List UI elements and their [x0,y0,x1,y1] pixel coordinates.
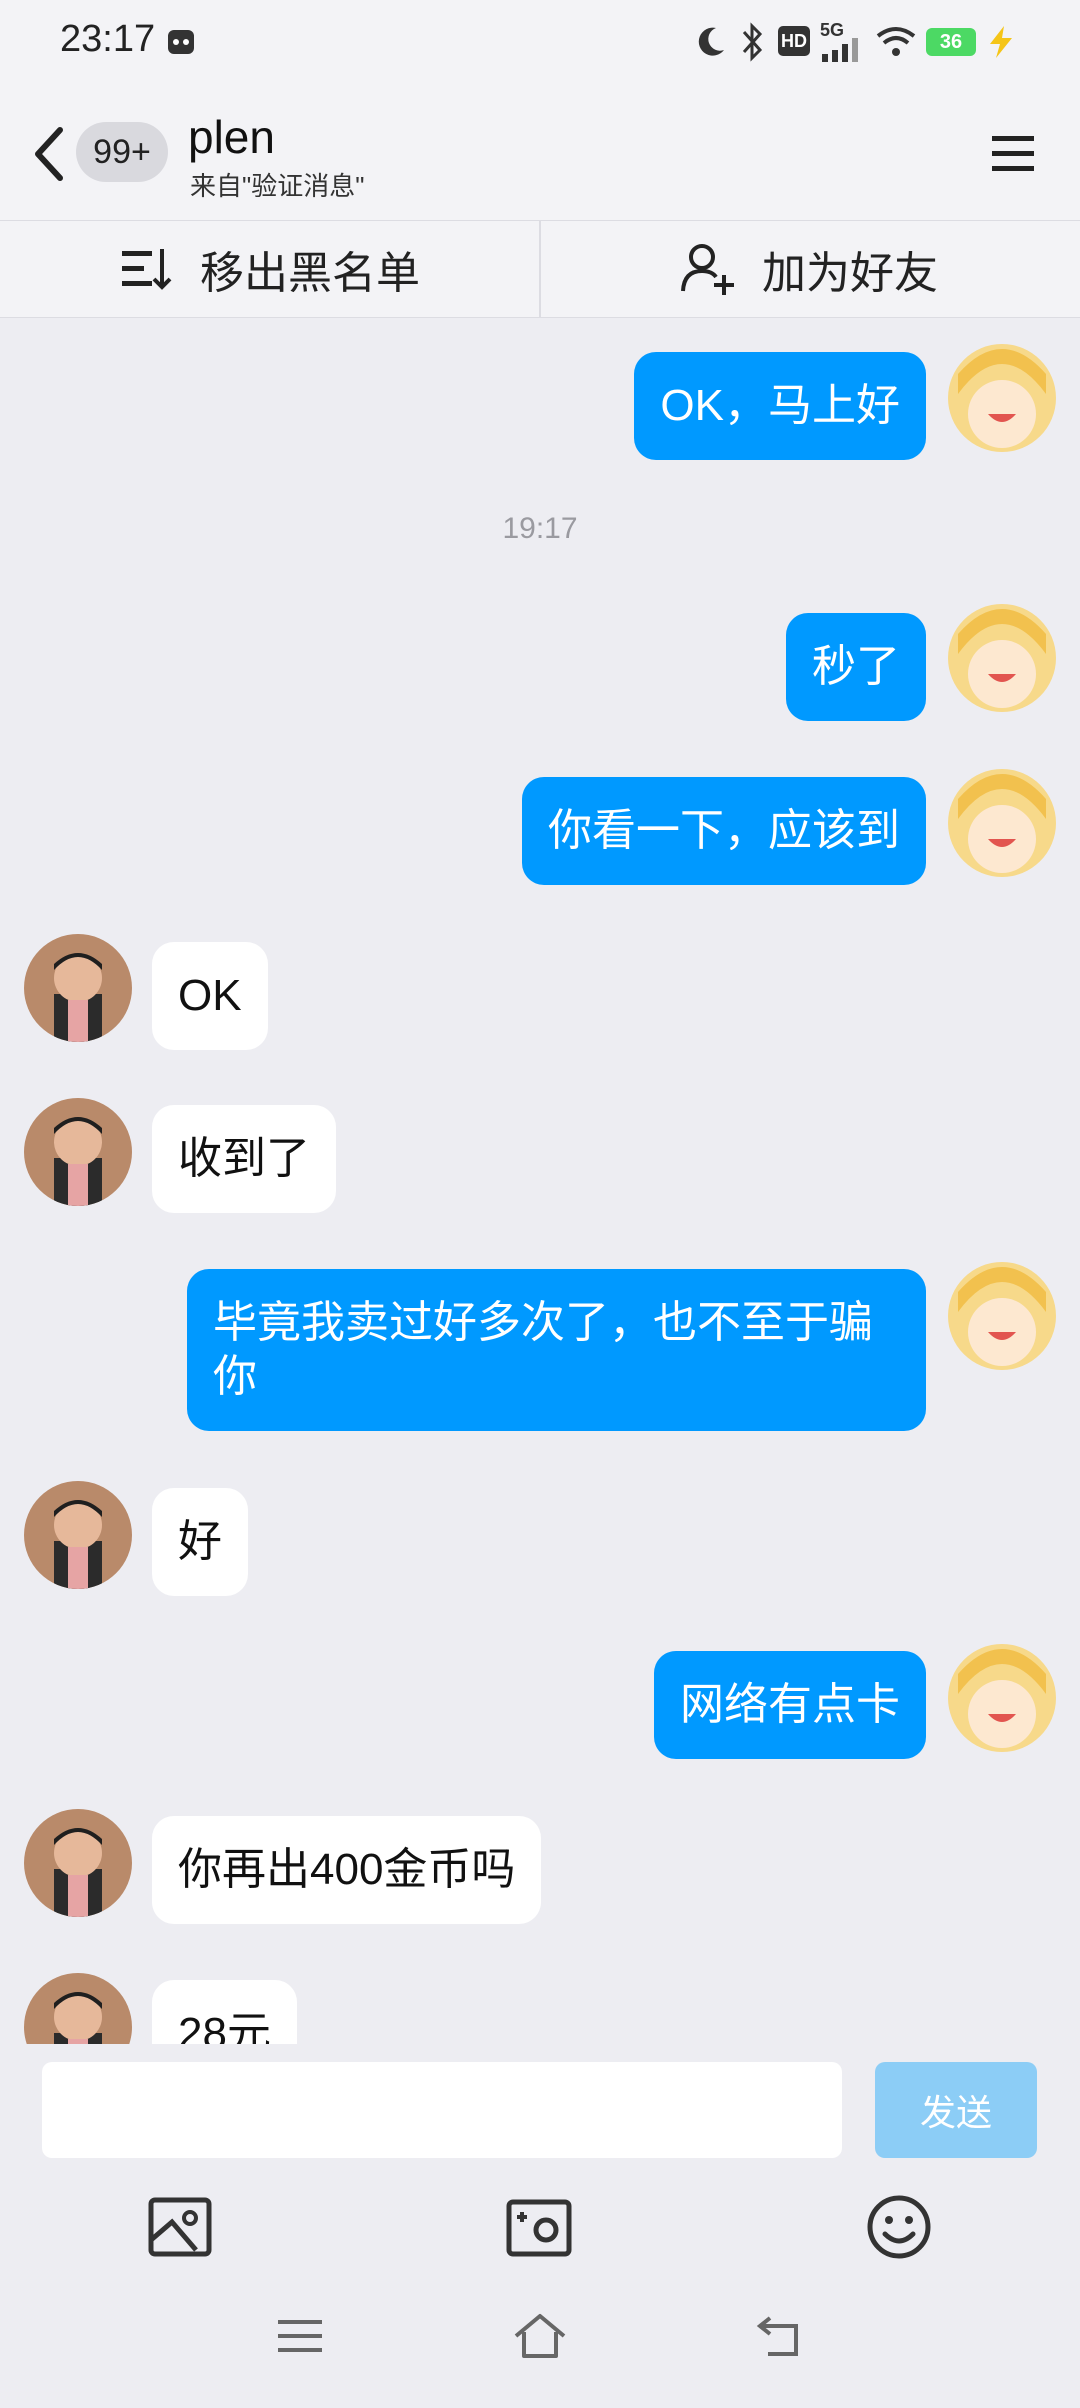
nav-back-icon[interactable] [752,2308,808,2364]
message-bubble-contact[interactable]: OK [152,942,268,1050]
remove-blacklist-label: 移出黑名单 [200,249,420,298]
message-bubble-contact[interactable]: 28元 [152,1980,297,2044]
self-avatar[interactable] [948,1644,1056,1752]
message-bubble-self[interactable]: 你看一下，应该到 [522,777,926,885]
action-bar: 移出黑名单 加为好友 [0,220,1080,318]
image-icon[interactable] [146,2192,216,2262]
self-avatar[interactable] [948,1262,1056,1370]
add-friend-button[interactable]: 加为好友 [680,221,938,317]
smiley-icon[interactable] [864,2192,934,2262]
hamburger-menu-icon[interactable] [990,132,1036,176]
chat-title: plen [188,111,275,163]
self-avatar[interactable] [948,344,1056,452]
list-remove-icon [122,249,172,290]
battery-level: 36 [926,28,976,56]
self-avatar[interactable] [948,604,1056,712]
message-bubble-contact[interactable]: 你再出400金币吗 [152,1816,542,1924]
message-bubble-contact[interactable]: 好 [152,1488,248,1596]
message-input[interactable] [42,2062,842,2158]
message-bubble-self[interactable]: OK，马上好 [634,352,926,460]
status-bar: 23:17 HD 5G 36 [0,0,1080,84]
charging-bolt-icon [990,26,1012,58]
remove-blacklist-button[interactable]: 移出黑名单 [120,221,420,317]
user-add-icon [681,244,734,295]
hd-badge: HD [778,26,810,56]
message-list[interactable]: OK，马上好 19:17 秒了 你看一下，应该到 OK 收到了 毕竟我卖过好多次… [0,316,1080,2044]
input-area: 发送 [0,2044,1080,2408]
chat-header: 99+ plen 来自"验证消息" [0,84,1080,220]
message-bubble-self[interactable]: 毕竟我卖过好多次了，也不至于骗你 [187,1269,926,1431]
message-bubble-self[interactable]: 秒了 [786,613,926,721]
nav-menu-icon[interactable] [272,2308,328,2364]
moon-icon [698,27,724,56]
message-bubble-self[interactable]: 网络有点卡 [654,1651,926,1759]
contact-avatar[interactable] [24,1973,132,2044]
contact-avatar[interactable] [24,1809,132,1917]
self-avatar[interactable] [948,769,1056,877]
wifi-icon [876,27,916,56]
unread-badge[interactable]: 99+ [76,122,168,182]
contact-avatar[interactable] [24,1481,132,1589]
chat-subtitle: 来自"验证消息" [190,171,365,201]
signal-icon [822,38,858,62]
divider [539,221,541,317]
chevron-left-icon[interactable] [30,124,70,184]
contact-avatar[interactable] [24,1098,132,1206]
send-button[interactable]: 发送 [875,2062,1037,2158]
contact-avatar[interactable] [24,934,132,1042]
camera-icon[interactable] [504,2192,574,2262]
message-bubble-contact[interactable]: 收到了 [152,1105,336,1213]
bluetooth-icon [742,22,763,62]
timestamp: 19:17 [502,512,578,545]
app-notification-icon [168,30,194,54]
status-time: 23:17 [60,18,156,60]
add-friend-label: 加为好友 [762,249,938,298]
nav-home-icon[interactable] [512,2308,568,2364]
